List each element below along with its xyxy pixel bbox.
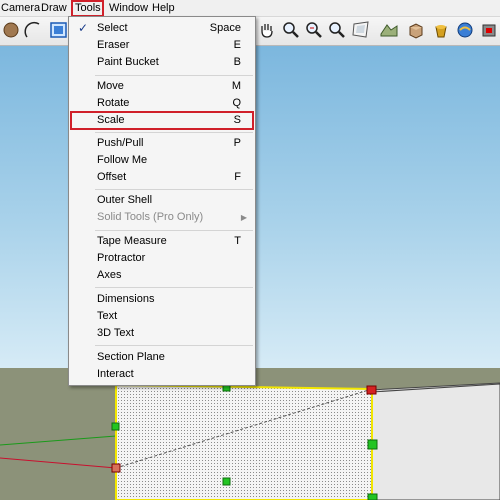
menu-item-label: Paint Bucket <box>97 56 159 68</box>
menu-item-push-pull[interactable]: Push/Pull P <box>69 135 255 152</box>
scale-grip-bottom-corner[interactable] <box>111 463 121 473</box>
menu-item-label: Follow Me <box>97 154 148 166</box>
menu-item-3d-text[interactable]: 3D Text <box>69 325 255 342</box>
circle-icon <box>3 22 19 38</box>
scale-grip-bottom-right[interactable] <box>367 493 378 500</box>
zoom-tool-button[interactable] <box>280 19 302 41</box>
zoom-extents-button[interactable] <box>303 19 325 41</box>
menu-draw[interactable]: Draw <box>41 0 67 16</box>
extension-icon <box>482 24 496 37</box>
menu-item-outer-shell[interactable]: Outer Shell <box>69 192 255 209</box>
materials-button[interactable] <box>430 19 452 41</box>
menu-item-protractor[interactable]: Protractor <box>69 250 255 267</box>
scale-highlight-box <box>70 111 254 130</box>
menu-item-label: Eraser <box>97 39 130 51</box>
terrain-icon <box>380 24 398 37</box>
menu-item-shortcut: E <box>233 39 241 51</box>
arc-tool-button[interactable] <box>22 19 44 41</box>
menu-item-follow-me[interactable]: Follow Me <box>69 152 255 169</box>
add-location-icon <box>352 21 369 38</box>
tools-dropdown-menu: ✓ Select Space Eraser E Paint Bucket B M… <box>68 16 256 386</box>
menu-separator <box>95 287 253 288</box>
menu-item-paint-bucket[interactable]: Paint Bucket B <box>69 54 255 71</box>
menu-item-label: Axes <box>97 269 122 281</box>
menu-item-label: 3D Text <box>97 327 135 339</box>
menu-item-shortcut: B <box>233 56 241 68</box>
menu-item-label: Outer Shell <box>97 194 153 206</box>
menu-item-axes[interactable]: Axes <box>69 267 255 284</box>
menu-item-label: Protractor <box>97 252 146 264</box>
menu-window[interactable]: Window <box>109 0 148 16</box>
menu-item-label: Offset <box>97 171 127 183</box>
follow-me-tool-button[interactable] <box>48 19 70 41</box>
menu-item-tape-measure[interactable]: Tape Measure T <box>69 233 255 250</box>
pan-tool-button[interactable] <box>256 19 278 41</box>
menu-item-rotate[interactable]: Rotate Q <box>69 95 255 112</box>
menu-item-label: Select <box>97 22 128 34</box>
menu-item-label: Move <box>97 80 124 92</box>
menu-item-shortcut: M <box>231 80 241 92</box>
scale-grip-right-mid[interactable] <box>367 439 378 450</box>
menu-item-offset[interactable]: Offset F <box>69 169 255 186</box>
box-side-face[interactable] <box>371 383 500 500</box>
menu-separator <box>95 230 253 231</box>
menu-item-label: Interact <box>97 368 134 380</box>
extension-button[interactable] <box>478 19 500 41</box>
menu-item-shortcut: Space <box>209 22 241 34</box>
menu-separator <box>95 345 253 346</box>
menu-help[interactable]: Help <box>152 0 175 16</box>
menu-item-label: Text <box>97 310 118 322</box>
zoom-extents-icon <box>306 22 322 38</box>
menu-bar: Camera Draw Tools Window Help <box>0 0 500 17</box>
menu-separator <box>95 132 253 133</box>
menu-item-shortcut: T <box>234 235 241 247</box>
menu-camera[interactable]: Camera <box>1 0 40 16</box>
menu-item-text[interactable]: Text <box>69 308 255 325</box>
submenu-arrow-icon: ▶ <box>240 213 247 222</box>
menu-item-shortcut: F <box>234 171 241 183</box>
scale-grip-top-corner[interactable] <box>366 385 377 395</box>
selected-front-face[interactable] <box>115 383 373 500</box>
menu-item-move[interactable]: Move M <box>69 78 255 95</box>
menu-separator <box>95 189 253 190</box>
menu-item-interact[interactable]: Interact <box>69 366 255 383</box>
green-axis-line <box>0 435 117 446</box>
tools-menu-highlight-box <box>71 0 104 17</box>
zoom-previous-icon <box>329 22 345 38</box>
follow-me-box-icon <box>50 22 67 38</box>
menu-item-label: Tape Measure <box>97 235 167 247</box>
toggle-terrain-button[interactable] <box>378 19 400 41</box>
menu-item-dimensions[interactable]: Dimensions <box>69 291 255 308</box>
components-button[interactable] <box>405 19 427 41</box>
checkmark-icon: ✓ <box>78 21 89 35</box>
components-icon <box>409 23 423 39</box>
scale-grip-bottom-mid[interactable] <box>222 477 231 486</box>
pan-hand-icon <box>261 24 273 38</box>
add-location-button[interactable] <box>350 19 372 41</box>
menu-item-solid-tools: Solid Tools (Pro Only) ▶ <box>69 209 255 226</box>
menu-item-label: Rotate <box>97 97 130 109</box>
menu-separator <box>95 75 253 76</box>
circle-tool-button[interactable] <box>0 19 22 41</box>
menu-item-eraser[interactable]: Eraser E <box>69 37 255 54</box>
menu-item-label: Section Plane <box>97 351 165 363</box>
scale-grip-left-mid[interactable] <box>111 422 120 431</box>
zoom-magnifier-icon <box>283 22 299 38</box>
menu-item-label: Dimensions <box>97 293 155 305</box>
previous-view-button[interactable] <box>326 19 348 41</box>
menu-item-label: Push/Pull <box>97 137 144 149</box>
menu-item-shortcut: Q <box>232 97 241 109</box>
3d-warehouse-button[interactable] <box>454 19 476 41</box>
red-axis-line <box>0 457 117 469</box>
materials-bucket-icon <box>435 25 447 38</box>
menu-item-section-plane[interactable]: Section Plane <box>69 349 255 366</box>
menu-item-select[interactable]: ✓ Select Space <box>69 20 255 37</box>
menu-item-label: Solid Tools (Pro Only) <box>97 211 204 223</box>
3d-warehouse-icon <box>457 22 473 38</box>
arc-icon <box>24 21 40 38</box>
menu-item-shortcut: P <box>233 137 241 149</box>
